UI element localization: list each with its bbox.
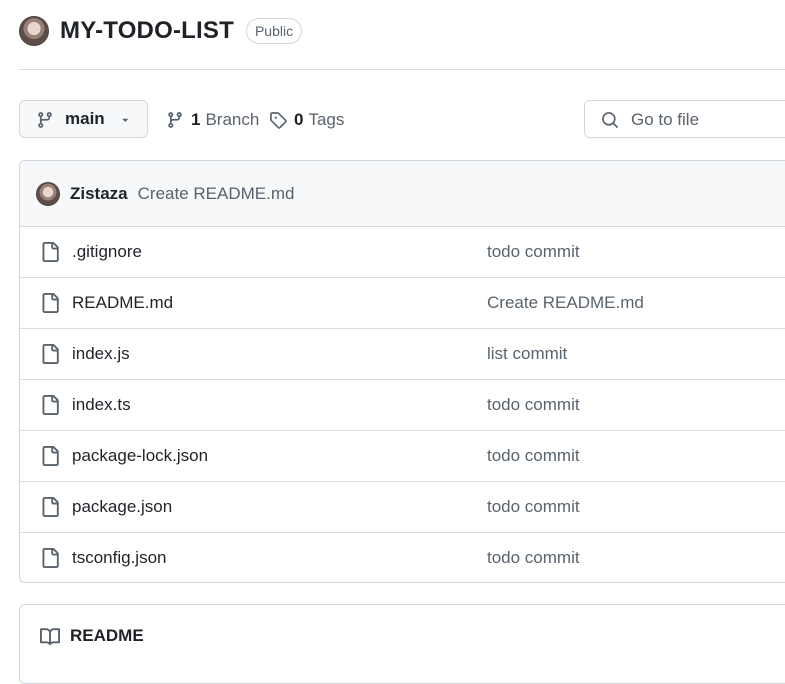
file-commit-message[interactable]: todo commit: [487, 395, 580, 415]
repo-header: MY-TODO-LIST Public: [19, 14, 303, 48]
readme-panel: README: [19, 604, 785, 684]
branches-link[interactable]: 1 Branch: [166, 100, 259, 140]
book-icon: [40, 628, 60, 646]
owner-avatar[interactable]: [19, 16, 49, 46]
file-icon: [40, 445, 60, 472]
file-row[interactable]: index.js list commit: [20, 329, 785, 380]
file-browser: Zistaza Create README.md .gitignore todo …: [19, 160, 785, 583]
current-branch-label: main: [65, 109, 105, 128]
git-branch-icon: [38, 112, 52, 128]
file-row[interactable]: .gitignore todo commit: [20, 227, 785, 278]
file-commit-message[interactable]: todo commit: [487, 242, 580, 262]
file-name-link[interactable]: tsconfig.json: [72, 548, 167, 568]
file-name-link[interactable]: README.md: [72, 293, 173, 313]
header-divider: [19, 69, 785, 70]
file-commit-message[interactable]: todo commit: [487, 548, 580, 568]
repo-name[interactable]: MY-TODO-LIST: [60, 17, 234, 45]
branch-count-label: Branch: [205, 110, 260, 129]
visibility-badge: Public: [245, 18, 303, 44]
branch-select-button[interactable]: main: [19, 100, 148, 138]
search-icon: [602, 112, 618, 128]
tag-count: 0: [294, 110, 304, 129]
git-branch-icon: [168, 112, 182, 128]
file-name-link[interactable]: package-lock.json: [72, 446, 208, 466]
go-to-file-search[interactable]: [584, 100, 785, 138]
file-icon: [40, 292, 60, 319]
branch-count: 1: [191, 110, 201, 129]
file-row[interactable]: package.json todo commit: [20, 482, 785, 533]
file-name-link[interactable]: package.json: [72, 497, 172, 517]
commit-message[interactable]: Create README.md: [138, 184, 295, 204]
tags-link[interactable]: 0 Tags: [269, 100, 344, 140]
file-icon: [40, 547, 60, 574]
latest-commit-bar: Zistaza Create README.md: [20, 161, 785, 227]
file-row[interactable]: tsconfig.json todo commit: [20, 533, 785, 582]
go-to-file-input[interactable]: [629, 108, 785, 132]
tag-icon: [270, 112, 287, 129]
file-name-link[interactable]: .gitignore: [72, 242, 142, 262]
file-icon: [40, 496, 60, 523]
file-name-link[interactable]: index.ts: [72, 395, 131, 415]
chevron-down-icon: [122, 118, 129, 122]
file-commit-message[interactable]: list commit: [487, 344, 567, 364]
readme-title[interactable]: README: [70, 626, 144, 646]
tag-count-label: Tags: [308, 110, 345, 129]
repo-toolbar: main 1 Branch 0 Tags: [19, 100, 785, 140]
file-commit-message[interactable]: Create README.md: [487, 293, 644, 313]
file-row[interactable]: README.md Create README.md: [20, 278, 785, 329]
file-row[interactable]: package-lock.json todo commit: [20, 431, 785, 482]
commit-author[interactable]: Zistaza: [70, 184, 128, 204]
file-icon: [40, 394, 60, 421]
file-commit-message[interactable]: todo commit: [487, 497, 580, 517]
file-list: .gitignore todo commit README.md Create REA…: [20, 227, 785, 582]
file-icon: [40, 241, 60, 268]
file-row[interactable]: index.ts todo commit: [20, 380, 785, 431]
commit-author-avatar[interactable]: [36, 181, 60, 206]
file-commit-message[interactable]: todo commit: [487, 446, 580, 466]
file-icon: [40, 343, 60, 370]
file-name-link[interactable]: index.js: [72, 344, 130, 364]
